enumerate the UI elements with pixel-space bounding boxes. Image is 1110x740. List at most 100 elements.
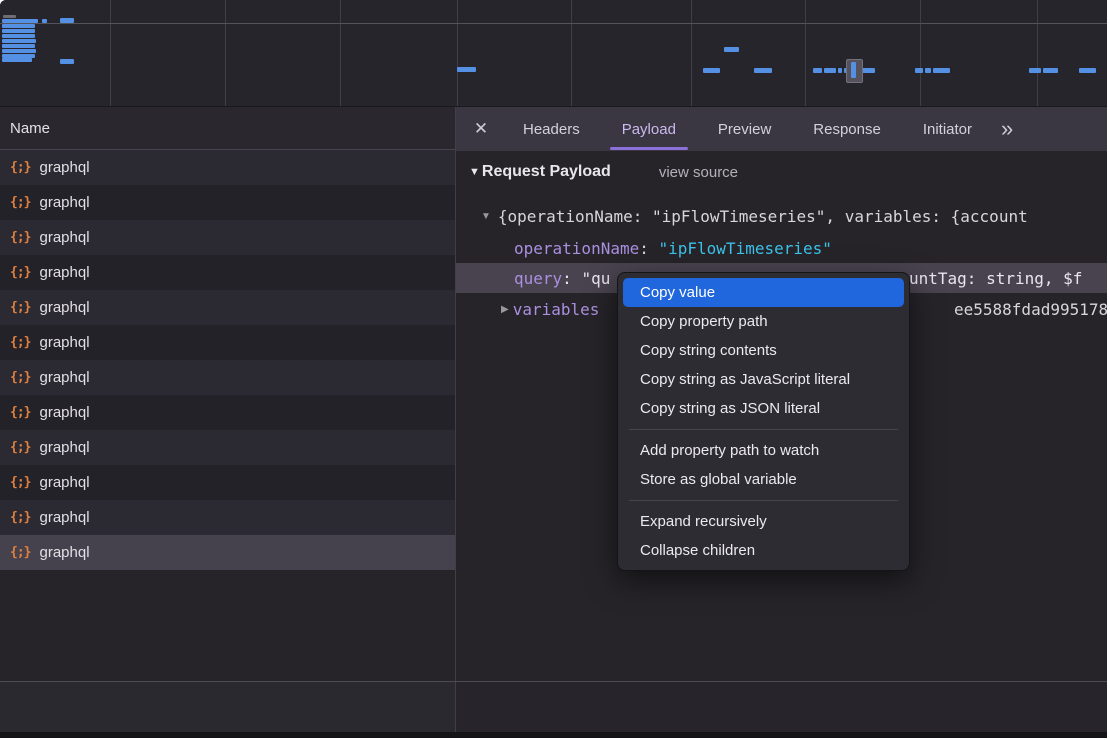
tab-payload[interactable]: Payload <box>601 107 697 151</box>
request-timing-bar <box>2 49 36 53</box>
request-timing-bar <box>2 19 38 23</box>
request-payload-section-header[interactable]: ▼ Request Payload view source <box>469 163 738 181</box>
request-row-graphql[interactable]: {;}graphql <box>0 360 455 395</box>
detail-tabs: HeadersPayloadPreviewResponseInitiator <box>502 107 993 151</box>
more-tabs-icon[interactable]: » <box>1001 118 1011 140</box>
collapsed-triangle-icon[interactable]: ▶ <box>501 304 509 315</box>
network-overview-timeline[interactable] <box>0 0 1107 107</box>
payload-root-row[interactable]: ▼ {operationName: "ipFlowTimeseries", var… <box>481 201 1028 231</box>
close-icon[interactable]: ✕ <box>472 119 490 139</box>
timeline-gridline <box>457 0 458 106</box>
request-name-label: graphql <box>39 369 89 386</box>
json-fetch-icon: {;} <box>10 230 30 245</box>
request-timing-bar <box>60 18 74 23</box>
menu-item-copy-string-as-javascript-literal[interactable]: Copy string as JavaScript literal <box>623 365 904 394</box>
json-fetch-icon: {;} <box>10 440 30 455</box>
request-timing-bar <box>2 34 35 38</box>
menu-item-add-property-path-to-watch[interactable]: Add property path to watch <box>623 436 904 465</box>
tab-headers[interactable]: Headers <box>502 107 601 151</box>
request-timing-bar <box>2 29 35 33</box>
request-row-graphql[interactable]: {;} graphql <box>0 150 455 185</box>
menu-item-copy-property-path[interactable]: Copy property path <box>623 307 904 336</box>
property-key: query <box>514 269 562 288</box>
tab-preview[interactable]: Preview <box>697 107 792 151</box>
variables-value-right-fragment: ee5588fdad995178a0 <box>954 294 1107 324</box>
property-key: operationName <box>514 239 639 258</box>
bottom-strip-right <box>456 682 1107 732</box>
view-source-link[interactable]: view source <box>659 164 738 181</box>
context-menu: Copy valueCopy property pathCopy string … <box>617 272 910 571</box>
request-timing-bar <box>2 39 36 43</box>
request-name-label: graphql <box>39 544 89 561</box>
variables-row[interactable]: ▶variables ee5588fdad995178a0 <box>501 294 599 324</box>
request-row-graphql[interactable]: {;} graphql <box>0 255 455 290</box>
request-name-label: graphql <box>39 159 89 176</box>
json-fetch-icon: {;} <box>10 265 30 280</box>
selected-request-marker-tick <box>851 62 856 78</box>
json-fetch-icon: {;} <box>10 160 30 175</box>
request-timing-bar <box>2 58 32 62</box>
menu-item-copy-string-as-json-literal[interactable]: Copy string as JSON literal <box>623 394 904 423</box>
timeline-gridline <box>110 0 111 106</box>
request-timing-bar <box>915 68 923 73</box>
request-row-graphql[interactable]: {;} graphql <box>0 325 455 360</box>
menu-item-copy-value[interactable]: Copy value <box>623 278 904 307</box>
menu-item-copy-string-contents[interactable]: Copy string contents <box>623 336 904 365</box>
timeline-gridline <box>225 0 226 106</box>
section-collapse-triangle-icon: ▼ <box>469 166 480 178</box>
request-row-graphql[interactable]: {;}graphql <box>0 185 455 220</box>
json-fetch-icon: {;} <box>10 405 30 420</box>
requests-list-panel: Name {;}graphql{;}graphql{;}graphql{;}gr… <box>0 107 455 682</box>
colon: : <box>639 239 658 258</box>
query-value-right-fragment: untTag: string, $f <box>909 263 1082 293</box>
request-timing-bar <box>925 68 931 73</box>
json-fetch-icon: {;} <box>10 335 30 350</box>
json-fetch-icon: {;} <box>10 195 30 210</box>
json-fetch-icon: {;} <box>10 300 30 315</box>
request-row-graphql[interactable]: {;}graphql <box>0 535 455 570</box>
operation-name-row[interactable]: operationName: "ipFlowTimeseries" <box>514 233 832 263</box>
request-name-label: graphql <box>39 264 89 281</box>
request-timing-bar <box>2 44 35 48</box>
section-title: Request Payload <box>482 163 611 181</box>
request-name-label: graphql <box>39 474 89 491</box>
request-row-graphql[interactable]: {;} graphql <box>0 290 455 325</box>
request-row-graphql[interactable]: {;}graphql <box>0 430 455 465</box>
request-row-graphql[interactable]: {;}graphql <box>0 220 455 255</box>
request-row-graphql[interactable]: {;} graphql <box>0 465 455 500</box>
colon: : <box>562 269 581 288</box>
request-timing-bar <box>60 59 74 64</box>
timeline-gridline <box>805 0 806 106</box>
requests-list: {;} graphql {;} graphql {;} graphql {;} graphql… <box>0 150 455 570</box>
request-row-graphql[interactable]: {;}graphql <box>0 500 455 535</box>
devtools-network-panel: Name {;}graphql{;}graphql{;}graphql{;}gr… <box>0 0 1107 738</box>
request-name-label: graphql <box>39 404 89 421</box>
json-fetch-icon: {;} <box>10 475 30 490</box>
menu-item-collapse-children[interactable]: Collapse children <box>623 536 904 565</box>
request-timing-bar <box>813 68 822 73</box>
query-value-left-fragment: "qu <box>581 269 610 288</box>
menu-separator <box>629 429 898 430</box>
menu-separator <box>629 500 898 501</box>
name-column-label: Name <box>10 120 50 137</box>
timeline-gridline <box>691 0 692 106</box>
request-timing-bar <box>3 15 16 18</box>
tab-response[interactable]: Response <box>792 107 902 151</box>
property-key: variables <box>513 300 600 319</box>
request-row-graphql[interactable]: {;} graphql <box>0 395 455 430</box>
tab-initiator[interactable]: Initiator <box>902 107 993 151</box>
property-value-string: "ipFlowTimeseries" <box>659 239 832 258</box>
payload-preview-text: {operationName: "ipFlowTimeseries", vari… <box>498 207 1028 226</box>
menu-item-expand-recursively[interactable]: Expand recursively <box>623 507 904 536</box>
request-name-label: graphql <box>39 334 89 351</box>
request-name-label: graphql <box>39 299 89 316</box>
request-timing-bar <box>1043 68 1058 73</box>
request-timing-bar <box>2 24 35 28</box>
request-timing-bar <box>838 68 842 73</box>
request-timing-bar <box>754 68 772 73</box>
request-timing-bar <box>933 68 950 73</box>
menu-item-store-as-global-variable[interactable]: Store as global variable <box>623 465 904 494</box>
request-timing-bar <box>824 68 836 73</box>
expanded-triangle-icon[interactable]: ▼ <box>481 211 491 222</box>
name-column-header[interactable]: Name <box>0 107 455 150</box>
